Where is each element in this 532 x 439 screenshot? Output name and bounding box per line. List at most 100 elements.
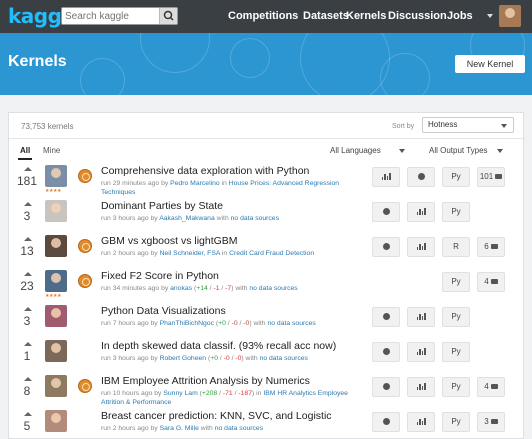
data-source-link[interactable]: no data sources [249, 285, 297, 292]
comment-icon [490, 244, 498, 250]
output-chart-badge[interactable] [407, 237, 435, 257]
downvote-delta: -187 [238, 390, 252, 397]
globe-icon [382, 383, 390, 391]
language-badge[interactable]: Py [442, 342, 470, 362]
author-link[interactable]: PhanThiBichNgoc [160, 320, 214, 327]
author-avatar[interactable] [45, 305, 67, 327]
language-badge[interactable]: Py [442, 202, 470, 222]
upvote-icon[interactable] [24, 202, 32, 206]
data-source-link[interactable]: no data sources [267, 320, 315, 327]
output-chart-badge[interactable] [407, 202, 435, 222]
kernel-title[interactable]: GBM vs xgboost vs lightGBM [101, 235, 238, 247]
language-badge[interactable]: Py [442, 307, 470, 327]
nav-datasets[interactable]: Datasets [303, 10, 349, 22]
kernel-row: 1 In depth skewed data classif. (93% reca… [9, 338, 523, 373]
page-title: Kernels [8, 53, 67, 70]
upvote-icon[interactable] [24, 272, 32, 276]
author-avatar[interactable] [45, 235, 67, 257]
kernel-title[interactable]: Fixed F2 Score in Python [101, 270, 219, 282]
output-web-badge[interactable] [372, 237, 400, 257]
data-source-link[interactable]: no data sources [231, 215, 279, 222]
upvote-icon[interactable] [24, 342, 32, 346]
output-chart-badge[interactable] [407, 307, 435, 327]
author-link[interactable]: Neil Schneider, FSA [160, 250, 220, 257]
output-chart-badge[interactable] [407, 412, 435, 432]
author-link[interactable]: Pedro Marcelino [170, 180, 220, 187]
tab-all[interactable]: All [20, 146, 30, 155]
search-input[interactable] [65, 9, 157, 23]
data-source-link[interactable]: no data sources [215, 425, 263, 432]
nav-kernels[interactable]: Kernels [346, 10, 386, 22]
data-source-link[interactable]: Credit Card Fraud Detection [229, 250, 314, 257]
language-badge[interactable]: Py [442, 377, 470, 397]
upvote-icon[interactable] [24, 412, 32, 416]
comment-count-badge[interactable]: 4 [477, 377, 505, 397]
kernel-title[interactable]: IBM Employee Attrition Analysis by Numer… [101, 375, 310, 387]
language-filter[interactable]: All Languages [330, 146, 381, 155]
comment-count-badge[interactable]: 3 [477, 412, 505, 432]
search-button[interactable] [159, 8, 177, 24]
language-badge[interactable]: R [442, 237, 470, 257]
author-link[interactable]: Sara G. Mille [160, 425, 199, 432]
upvote-icon[interactable] [24, 167, 32, 171]
upvote-icon[interactable] [24, 377, 32, 381]
author-avatar[interactable] [45, 375, 67, 397]
author-tier-stars: ★★★★ [45, 293, 61, 299]
upvote-icon[interactable] [24, 307, 32, 311]
kernel-title[interactable]: Python Data Visualizations [101, 305, 226, 317]
nav-jobs[interactable]: Jobs [447, 10, 473, 22]
user-avatar[interactable] [499, 5, 521, 27]
new-kernel-button[interactable]: New Kernel [455, 55, 525, 73]
output-web-badge[interactable] [407, 167, 435, 187]
sort-dropdown[interactable]: Hotness [422, 117, 514, 133]
output-web-badge[interactable] [372, 202, 400, 222]
comment-icon [490, 419, 498, 425]
author-avatar[interactable] [45, 410, 67, 432]
language-badge[interactable]: Py [442, 167, 470, 187]
nav-discussion[interactable]: Discussion [388, 10, 447, 22]
author-avatar[interactable] [45, 165, 67, 187]
upvote-icon[interactable] [24, 237, 32, 241]
author-link[interactable]: anokas [170, 285, 192, 292]
bar-chart-icon [381, 173, 391, 181]
nav-competitions[interactable]: Competitions [228, 10, 298, 22]
kernel-title[interactable]: Comprehensive data exploration with Pyth… [101, 165, 309, 177]
output-chart-badge[interactable] [407, 342, 435, 362]
upvote-delta: +0 [218, 320, 226, 327]
author-link[interactable]: Robert Goheen [160, 355, 206, 362]
kernel-title[interactable]: Breast cancer prediction: KNN, SVC, and … [101, 410, 332, 422]
globe-icon [382, 208, 390, 216]
run-info: run 2 hours ago by [101, 425, 160, 432]
author-avatar[interactable] [45, 200, 67, 222]
run-info: run 3 hours ago by [101, 355, 160, 362]
output-type-filter[interactable]: All Output Types [429, 146, 488, 155]
author-avatar[interactable] [45, 270, 67, 292]
kernel-meta: run 29 minutes ago by Pedro Marcelino in… [101, 179, 366, 197]
output-web-badge[interactable] [372, 377, 400, 397]
comment-count-badge[interactable]: 4 [477, 272, 505, 292]
kernel-title[interactable]: Dominant Parties by State [101, 200, 223, 212]
language-badge[interactable]: Py [442, 272, 470, 292]
output-web-badge[interactable] [372, 307, 400, 327]
comment-icon [495, 174, 503, 180]
data-source-link[interactable]: no data sources [260, 355, 308, 362]
vote-count: 13 [20, 244, 34, 258]
vote-delta: (+208 / -71 / -187) [197, 390, 255, 397]
downvote-delta: -71 [222, 390, 233, 397]
author-link[interactable]: Aakash_Makwana [159, 215, 215, 222]
comment-count-badge[interactable]: 101 [477, 167, 505, 187]
account-chevron-down-icon[interactable] [487, 14, 493, 18]
search-box[interactable] [61, 7, 178, 25]
output-chart-badge[interactable] [372, 167, 400, 187]
output-web-badge[interactable] [372, 342, 400, 362]
kernel-row: 8 IBM Employee Attrition Analysis by Nume… [9, 373, 523, 408]
tab-mine[interactable]: Mine [43, 146, 60, 155]
kernel-title[interactable]: In depth skewed data classif. (93% recal… [101, 340, 336, 352]
language-badge[interactable]: Py [442, 412, 470, 432]
author-link[interactable]: Sunny Lam [163, 390, 197, 397]
medal-icon [78, 239, 92, 253]
comment-count-badge[interactable]: 6 [477, 237, 505, 257]
output-web-badge[interactable] [372, 412, 400, 432]
author-avatar[interactable] [45, 340, 67, 362]
output-chart-badge[interactable] [407, 377, 435, 397]
